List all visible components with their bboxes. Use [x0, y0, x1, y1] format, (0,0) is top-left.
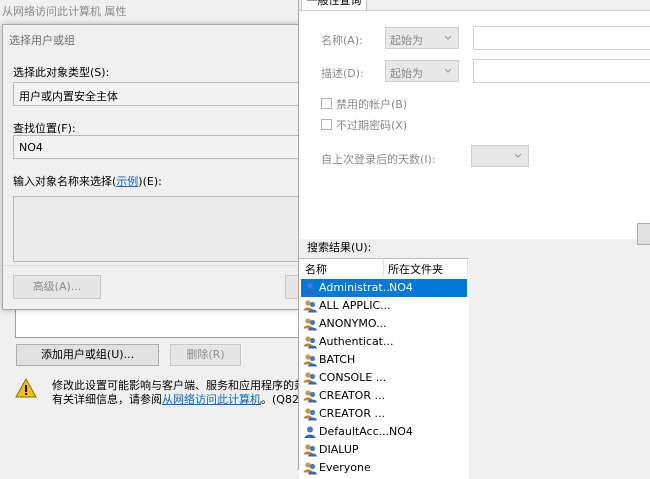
warning-icon — [15, 378, 37, 398]
chevron-down-icon — [444, 35, 452, 40]
results-rows: Administrat... NO4 ALL APPLIC... ANONYMO...… — [299, 279, 469, 479]
days-since-logon-label: 自上次登录后的天数(I): — [321, 153, 436, 166]
group-icon — [303, 407, 317, 421]
window-title: 从网络访问此计算机 属性 — [2, 5, 127, 18]
row-name: DIALUP — [319, 443, 359, 456]
user-icon — [303, 281, 317, 295]
group-icon — [303, 461, 317, 475]
tab-general-queries[interactable]: 一般性查询 — [301, 0, 367, 10]
group-icon — [303, 443, 317, 457]
object-type-label: 选择此对象类型(S): — [13, 66, 110, 79]
row-name: ANONYMO... — [319, 317, 387, 330]
enter-names-suffix: )(E): — [138, 175, 162, 188]
name-match-combo[interactable]: 起始为 — [385, 27, 459, 49]
table-row[interactable]: DIALUP — [301, 441, 467, 459]
dialog-title: 选择用户或组 — [9, 34, 75, 47]
column-separator[interactable] — [383, 259, 384, 277]
policy-help-link[interactable]: 从网络访问此计算机 — [162, 393, 261, 406]
desc-combo-value: 起始为 — [390, 67, 423, 80]
table-row[interactable]: CREATOR ... — [301, 405, 467, 423]
examples-link[interactable]: 示例 — [116, 175, 138, 188]
description-input[interactable] — [473, 59, 650, 83]
row-name: DefaultAcc... — [319, 425, 390, 438]
object-names-input[interactable] — [13, 196, 303, 262]
group-icon — [303, 389, 317, 403]
column-header-name[interactable]: 名称 — [305, 261, 327, 277]
location-field: NO4 — [13, 135, 303, 159]
table-row[interactable]: CREATOR ... — [301, 387, 467, 405]
no-expire-checkbox[interactable] — [321, 119, 332, 130]
days-since-logon-combo[interactable] — [471, 145, 529, 167]
chevron-down-icon — [514, 153, 522, 158]
table-row[interactable]: Everyone — [301, 459, 467, 477]
row-name: Everyone — [319, 461, 371, 474]
add-user-button[interactable]: 添加用户或组(U)... — [16, 344, 159, 366]
search-results-list[interactable]: 名称 所在文件夹 Administrat... NO4 ALL APPLIC... A… — [299, 258, 469, 479]
table-row[interactable]: CONSOLE ... — [301, 369, 467, 387]
table-row[interactable]: BATCH — [301, 351, 467, 369]
table-row[interactable]: ALL APPLIC... — [301, 297, 467, 315]
name-label: 名称(A): — [321, 34, 363, 47]
row-name: BATCH — [319, 353, 356, 366]
remove-button[interactable]: 删除(R) — [170, 344, 241, 366]
group-icon — [303, 317, 317, 331]
row-name: CREATOR ... — [319, 407, 385, 420]
row-folder: NO4 — [389, 425, 413, 438]
search-results-label: 搜索结果(U): — [307, 241, 372, 254]
enter-names-label: 输入对象名称来选择(示例)(E): — [13, 173, 162, 189]
divider — [3, 265, 301, 266]
group-icon — [303, 353, 317, 367]
row-name: CONSOLE ... — [319, 371, 387, 384]
disabled-accounts-checkbox[interactable] — [321, 98, 332, 109]
warning-text-line2: 有关详细信息，请参阅从网络访问此计算机。(Q82365 — [52, 391, 320, 407]
row-folder: NO4 — [389, 281, 413, 294]
location-label: 查找位置(F): — [13, 122, 76, 135]
table-row[interactable]: Authenticat... — [301, 333, 467, 351]
name-input[interactable] — [473, 26, 650, 50]
chevron-down-icon — [444, 68, 452, 73]
stop-button-partial[interactable] — [637, 223, 650, 245]
row-name: ALL APPLIC... — [319, 299, 391, 312]
name-combo-value: 起始为 — [390, 34, 423, 47]
warning-prefix: 有关详细信息，请参阅 — [52, 393, 162, 406]
table-row[interactable]: DefaultAcc... NO4 — [301, 423, 467, 441]
description-label: 描述(D): — [321, 67, 364, 80]
group-icon — [303, 371, 317, 385]
description-match-combo[interactable]: 起始为 — [385, 60, 459, 82]
row-name: CREATOR ... — [319, 389, 385, 402]
row-name: Authenticat... — [319, 335, 394, 348]
select-users-dialog: 选择用户或组 选择此对象类型(S): 用户或内置安全主体 查找位置(F): NO… — [2, 24, 303, 310]
table-row[interactable]: Administrat... NO4 — [301, 279, 467, 297]
query-panel: 名称(A): 起始为 描述(D): 起始为 禁用的帐户(B) 不过期密码(X) … — [299, 10, 650, 239]
column-separator[interactable] — [467, 259, 468, 277]
object-type-field: 用户或内置安全主体 — [13, 82, 303, 106]
advanced-button[interactable]: 高级(A)... — [13, 275, 101, 299]
column-header-folder[interactable]: 所在文件夹 — [388, 261, 443, 277]
disabled-accounts-label: 禁用的帐户(B) — [336, 98, 408, 111]
row-name: Administrat... — [319, 281, 394, 294]
group-icon — [303, 335, 317, 349]
group-icon — [303, 299, 317, 313]
user-icon — [303, 425, 317, 439]
table-row[interactable]: ANONYMO... — [301, 315, 467, 333]
advanced-find-dialog: 一般性查询 名称(A): 起始为 描述(D): 起始为 禁用的帐户(B) 不过期… — [298, 0, 650, 479]
enter-names-prefix: 输入对象名称来选择( — [13, 175, 117, 188]
no-expire-label: 不过期密码(X) — [336, 119, 408, 132]
